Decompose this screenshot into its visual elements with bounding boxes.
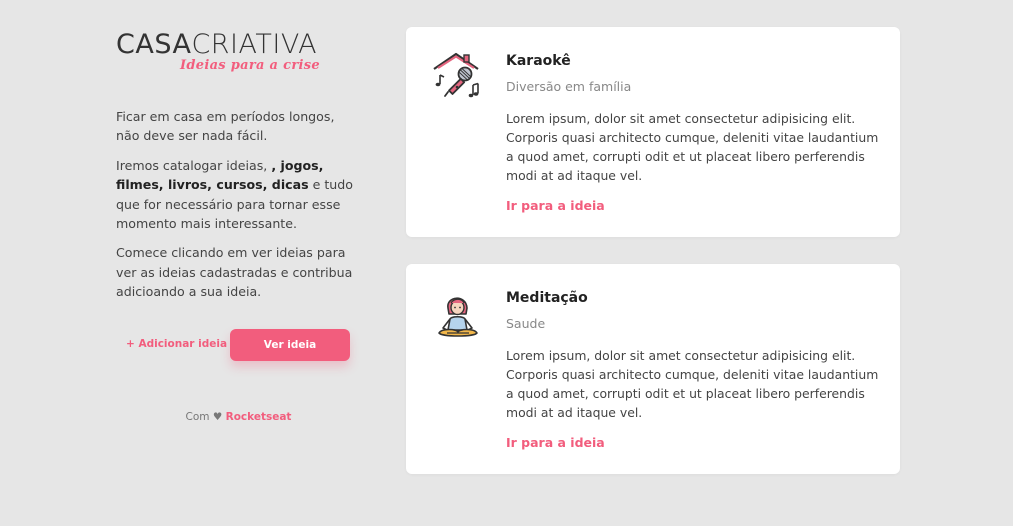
logo-wordmark: CASACRIATIVA bbox=[116, 30, 361, 60]
go-to-idea-link[interactable]: Ir para a ideia bbox=[506, 435, 605, 450]
logo-criativa: CRIATIVA bbox=[191, 29, 318, 60]
footer-credits: Com ♥ Rocketseat bbox=[116, 411, 361, 423]
idea-title: Meditação bbox=[506, 290, 588, 306]
idea-description: Lorem ipsum, dolor sit amet consectetur … bbox=[506, 348, 879, 420]
credits-brand-link[interactable]: Rocketseat bbox=[226, 411, 292, 423]
intro-paragraph-2-start: Iremos catalogar ideias, bbox=[116, 157, 272, 173]
go-to-idea-link[interactable]: Ir para a ideia bbox=[506, 198, 605, 213]
idea-title: Karaokê bbox=[506, 53, 571, 69]
intro-text: Ficar em casa em períodos longos, não de… bbox=[116, 107, 361, 302]
idea-category: Saude bbox=[506, 316, 546, 331]
idea-description: Lorem ipsum, dolor sit amet consectetur … bbox=[506, 111, 879, 183]
sidebar: CASACRIATIVA Ideias para a crise Ficar e… bbox=[116, 30, 361, 312]
credits-prefix: Com ♥ bbox=[185, 411, 226, 423]
action-buttons: + Adicionar ideia Ver ideia bbox=[116, 329, 361, 361]
logo-tagline: Ideias para a crise bbox=[180, 58, 320, 73]
idea-card: Karaokê Diversão em família Lorem ipsum,… bbox=[406, 27, 900, 237]
intro-paragraph-1: Ficar em casa em períodos longos, não de… bbox=[116, 109, 335, 144]
add-idea-link[interactable]: + Adicionar ideia bbox=[126, 338, 227, 350]
meditation-person-icon bbox=[432, 288, 484, 340]
intro-paragraph-3: Comece clicando em ver ideias para ver a… bbox=[116, 245, 353, 300]
logo-casa: CASA bbox=[116, 29, 192, 60]
intro-paragraph-2: Iremos catalogar ideias, , jogos, filmes… bbox=[116, 156, 361, 234]
logo: CASACRIATIVA Ideias para a crise bbox=[116, 30, 361, 76]
view-ideas-button[interactable]: Ver ideia bbox=[230, 329, 350, 361]
idea-category: Diversão em família bbox=[506, 79, 632, 94]
idea-card: Meditação Saude Lorem ipsum, dolor sit a… bbox=[406, 264, 900, 474]
karaoke-microphone-icon bbox=[432, 51, 484, 103]
